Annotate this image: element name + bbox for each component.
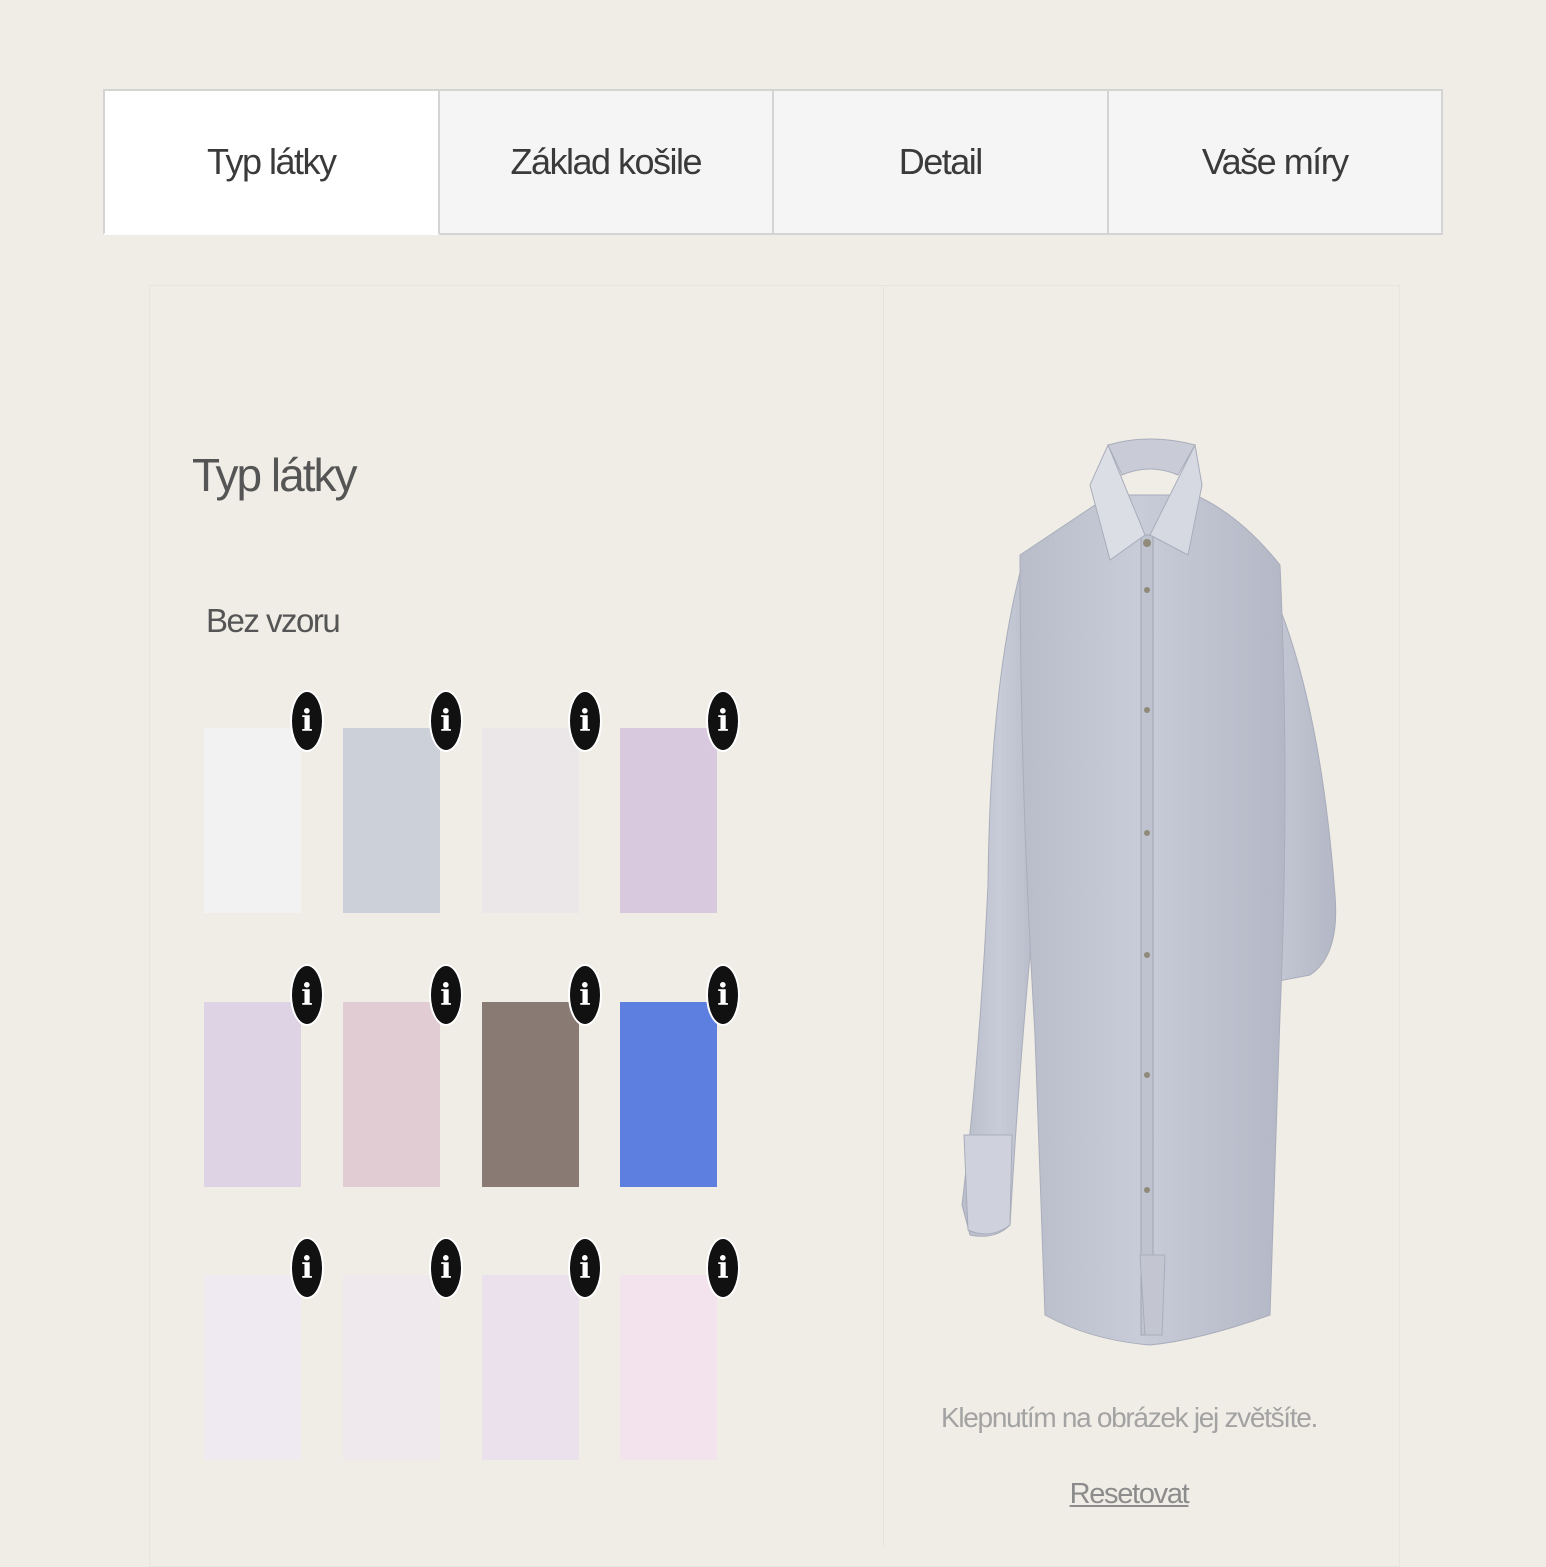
tab-shirt-base[interactable]: Základ košile <box>438 89 773 235</box>
shirt-illustration <box>961 438 1337 1346</box>
fabric-swatch[interactable] <box>343 728 440 913</box>
info-icon[interactable]: i <box>429 690 463 752</box>
section-title: Typ látky <box>192 449 358 501</box>
fabric-swatch[interactable] <box>343 1002 440 1187</box>
fabric-swatch[interactable] <box>482 728 579 913</box>
info-icon[interactable]: i <box>290 1237 324 1299</box>
tab-measurements[interactable]: Vaše míry <box>1107 89 1443 235</box>
tab-detail[interactable]: Detail <box>773 89 1108 235</box>
fabric-swatch[interactable] <box>620 1002 717 1187</box>
info-icon[interactable]: i <box>568 690 602 752</box>
info-icon[interactable]: i <box>706 690 740 752</box>
info-icon[interactable]: i <box>568 1237 602 1299</box>
fabric-swatch[interactable] <box>620 1275 717 1460</box>
info-icon[interactable]: i <box>290 964 324 1026</box>
fabric-group-title: Bez vzoru <box>206 602 341 639</box>
info-icon[interactable]: i <box>429 964 463 1026</box>
fabric-swatch[interactable] <box>204 728 301 913</box>
fabric-swatch[interactable] <box>204 1275 301 1460</box>
preview-hint: Klepnutím na obrázek jej zvětšíte. <box>940 1402 1318 1433</box>
panel-divider <box>883 287 884 1547</box>
info-icon[interactable]: i <box>568 964 602 1026</box>
fabric-swatch[interactable] <box>204 1002 301 1187</box>
fabric-swatch[interactable] <box>482 1275 579 1460</box>
fabric-swatch[interactable] <box>482 1002 579 1187</box>
fabric-swatch[interactable] <box>343 1275 440 1460</box>
info-icon[interactable]: i <box>706 964 740 1026</box>
configurator-tabs: Typ látky Základ košile Detail Vaše míry <box>103 89 1443 237</box>
fabric-swatch[interactable] <box>620 728 717 913</box>
info-icon[interactable]: i <box>429 1237 463 1299</box>
shirt-preview-image[interactable] <box>950 435 1345 1355</box>
info-icon[interactable]: i <box>706 1237 740 1299</box>
reset-link[interactable]: Resetovat <box>884 1478 1374 1511</box>
tab-fabric-type[interactable]: Typ látky <box>103 89 439 235</box>
info-icon[interactable]: i <box>290 690 324 752</box>
